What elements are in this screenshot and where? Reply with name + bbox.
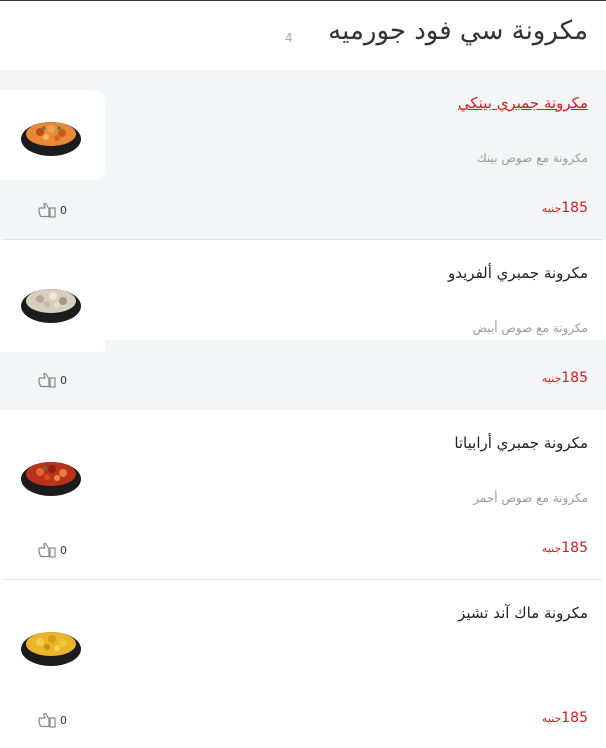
price-currency: جنيه (541, 372, 562, 385)
item-price: 185جنيه (542, 540, 588, 556)
item-name[interactable]: مكرونة جمبري بينكي (458, 94, 588, 112)
price-currency: جنيه (541, 712, 562, 725)
menu-item[interactable]: مكرونة ماك آند تشيز 185جنيه 0 (0, 580, 606, 748)
pink-sauce-shrimp-pasta-bowl-icon (21, 122, 81, 156)
like-count: 0 (60, 713, 67, 727)
price-value: 185 (561, 200, 588, 216)
item-price: 185جنيه (542, 200, 588, 216)
like-count: 0 (60, 543, 67, 557)
thumbs-up-icon (38, 542, 56, 558)
item-thumbnail[interactable] (0, 90, 105, 180)
like-button[interactable]: 0 (37, 712, 67, 728)
menu-item[interactable]: مكرونة جمبري بينكي مكرونة مع صوص بينك 18… (0, 70, 606, 240)
mac-and-cheese-bowl-icon (21, 632, 81, 666)
like-button[interactable]: 0 (37, 542, 67, 558)
item-name[interactable]: مكرونة جمبري أرابياتا (454, 434, 588, 452)
item-count: 4 (285, 31, 293, 45)
price-value: 185 (561, 710, 588, 726)
price-value: 185 (561, 540, 588, 556)
hover-highlight-band (105, 340, 606, 352)
item-price: 185جنيه (542, 710, 588, 726)
like-count: 0 (60, 373, 67, 387)
alfredo-shrimp-pasta-bowl-icon (21, 289, 81, 323)
thumbs-up-icon (38, 712, 56, 728)
thumbs-up-icon (38, 372, 56, 388)
category-header: 4 مكرونة سي فود جورميه (0, 0, 606, 70)
like-button[interactable]: 0 (37, 202, 67, 218)
menu-item[interactable]: مكرونة جمبري أرابياتا مكرونة مع صوص أحمر… (0, 410, 606, 580)
menu-item-footer: 185جنيه 0 (0, 352, 606, 410)
item-name[interactable]: مكرونة جمبري ألفريدو (448, 264, 588, 282)
item-price: 185جنيه (542, 370, 588, 386)
item-description: مكرونة مع صوص أبيض (472, 321, 588, 335)
price-value: 185 (561, 370, 588, 386)
like-button[interactable]: 0 (37, 372, 67, 388)
price-currency: جنيه (541, 202, 562, 215)
category-title: مكرونة سي فود جورميه (328, 16, 588, 46)
like-count: 0 (60, 203, 67, 217)
item-description: مكرونة مع صوص أحمر (473, 491, 588, 505)
item-description: مكرونة مع صوص بينك (476, 151, 588, 165)
thumbs-up-icon (38, 202, 56, 218)
price-currency: جنيه (541, 542, 562, 555)
item-name[interactable]: مكرونة ماك آند تشيز (458, 604, 588, 622)
arrabbiata-shrimp-pasta-bowl-icon (21, 462, 81, 496)
